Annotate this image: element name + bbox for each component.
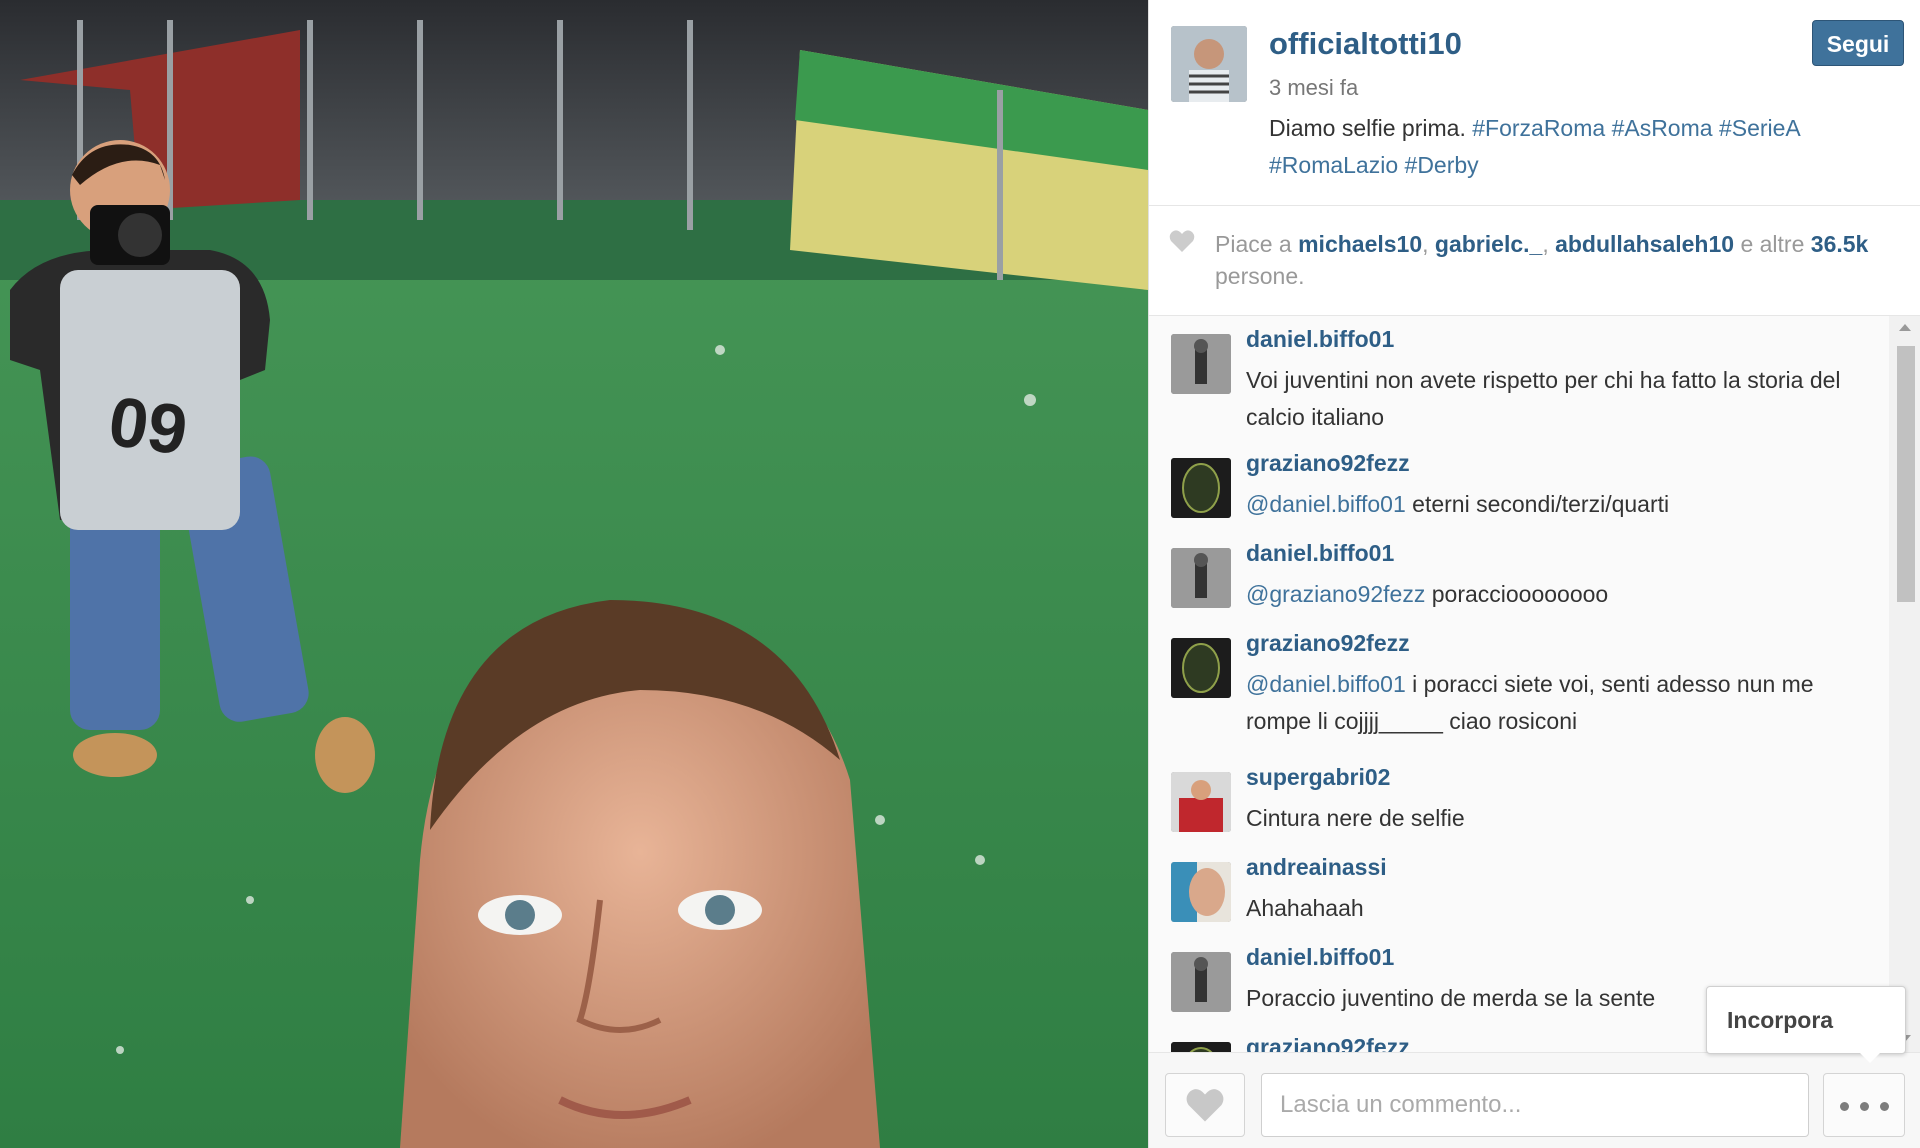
liker-username[interactable]: michaels10 bbox=[1298, 231, 1422, 257]
comments-list[interactable]: daniel.biffo01 Voi juventini non avete r… bbox=[1149, 316, 1889, 1052]
comment-text: Voi juventini non avete rispetto per chi… bbox=[1246, 362, 1866, 436]
commenter-username[interactable]: daniel.biffo01 bbox=[1246, 326, 1394, 353]
comment-input[interactable] bbox=[1261, 1073, 1809, 1137]
commenter-avatar[interactable] bbox=[1171, 772, 1231, 832]
comment-body: Cintura nere de selfie bbox=[1246, 805, 1465, 831]
heart-icon bbox=[1169, 230, 1195, 252]
hashtag[interactable]: #SerieA bbox=[1719, 115, 1800, 141]
comment-body: poraccioooooooo bbox=[1425, 581, 1609, 607]
likes-count[interactable]: 36.5k bbox=[1811, 231, 1869, 257]
commenter-username[interactable]: andreainassi bbox=[1246, 854, 1387, 881]
commenter-avatar[interactable] bbox=[1171, 458, 1231, 518]
commenter-avatar[interactable] bbox=[1171, 638, 1231, 698]
comment-mention[interactable]: @daniel.biffo01 bbox=[1246, 671, 1406, 697]
commenter-avatar[interactable] bbox=[1171, 1042, 1231, 1052]
comment-body: Poraccio juventino de merda se la sente bbox=[1246, 985, 1656, 1011]
comment-text: @daniel.biffo01 eterni secondi/terzi/qua… bbox=[1246, 486, 1866, 523]
likes-section: Piace a michaels10, gabrielc._, abdullah… bbox=[1149, 206, 1920, 316]
commenter-avatar[interactable] bbox=[1171, 334, 1231, 394]
comment-body: Ahahahaah bbox=[1246, 895, 1364, 921]
comments-scrollbar[interactable] bbox=[1889, 316, 1920, 1052]
hashtag[interactable]: #ForzaRoma bbox=[1472, 115, 1605, 141]
comment-footer bbox=[1149, 1052, 1920, 1148]
heart-icon bbox=[1186, 1089, 1224, 1122]
comment-item: graziano92fezz @daniel.biffo01 i poracci… bbox=[1149, 628, 1889, 738]
svg-text:09: 09 bbox=[104, 382, 192, 470]
embed-label: Incorpora bbox=[1727, 1007, 1834, 1033]
post-caption: Diamo selfie prima. #ForzaRoma #AsRoma #… bbox=[1269, 110, 1899, 184]
liker-username[interactable]: gabrielc._ bbox=[1435, 231, 1542, 257]
commenter-avatar[interactable] bbox=[1171, 548, 1231, 608]
commenter-avatar[interactable] bbox=[1171, 862, 1231, 922]
more-options-button[interactable] bbox=[1823, 1073, 1905, 1137]
comment-text: @daniel.biffo01 i poracci siete voi, sen… bbox=[1246, 666, 1866, 740]
comment-item: andreainassi Ahahahaah bbox=[1149, 852, 1889, 932]
like-button[interactable] bbox=[1165, 1073, 1245, 1137]
follow-button[interactable]: Segui bbox=[1812, 20, 1904, 66]
scroll-up-arrow-icon[interactable] bbox=[1899, 324, 1911, 331]
likes-summary: Piace a michaels10, gabrielc._, abdullah… bbox=[1215, 231, 1869, 289]
comment-text: Cintura nere de selfie bbox=[1246, 800, 1866, 837]
comment-item: daniel.biffo01 Voi juventini non avete r… bbox=[1149, 324, 1889, 434]
comment-text: @graziano92fezz poraccioooooooo bbox=[1246, 576, 1866, 613]
author-username[interactable]: officialtotti10 bbox=[1269, 26, 1462, 62]
author-avatar[interactable] bbox=[1171, 26, 1247, 102]
post-photo: 09 bbox=[0, 0, 1148, 1148]
commenter-avatar[interactable] bbox=[1171, 952, 1231, 1012]
likes-suffix: persone. bbox=[1215, 263, 1305, 289]
comment-body: eterni secondi/terzi/quarti bbox=[1405, 491, 1670, 517]
selfie-image: 09 bbox=[0, 0, 1148, 1148]
hashtag[interactable]: #Derby bbox=[1405, 152, 1479, 178]
likes-prefix: Piace a bbox=[1215, 231, 1292, 257]
commenter-username[interactable]: graziano92fezz bbox=[1246, 630, 1410, 657]
liker-username[interactable]: abdullahsaleh10 bbox=[1555, 231, 1734, 257]
commenter-username[interactable]: graziano92fezz bbox=[1246, 1034, 1410, 1052]
commenter-username[interactable]: daniel.biffo01 bbox=[1246, 944, 1394, 971]
comment-text: Ahahahaah bbox=[1246, 890, 1866, 927]
scroll-thumb[interactable] bbox=[1897, 346, 1915, 602]
comment-mention[interactable]: @graziano92fezz bbox=[1246, 581, 1425, 607]
tooltip-arrow bbox=[1860, 1053, 1880, 1063]
embed-tooltip[interactable]: Incorpora bbox=[1706, 986, 1906, 1063]
comment-mention[interactable]: @daniel.biffo01 bbox=[1246, 491, 1406, 517]
hashtag[interactable]: #RomaLazio bbox=[1269, 152, 1398, 178]
likes-mid: e altre bbox=[1740, 231, 1805, 257]
commenter-username[interactable]: supergabri02 bbox=[1246, 764, 1390, 791]
post-details-panel: officialtotti10 Segui 3 mesi fa Diamo se… bbox=[1148, 0, 1920, 1148]
commenter-username[interactable]: graziano92fezz bbox=[1246, 450, 1410, 477]
comment-body: Voi juventini non avete rispetto per chi… bbox=[1246, 367, 1841, 430]
comment-item: supergabri02 Cintura nere de selfie bbox=[1149, 762, 1889, 842]
hashtag[interactable]: #AsRoma bbox=[1612, 115, 1713, 141]
post-time[interactable]: 3 mesi fa bbox=[1269, 75, 1358, 101]
caption-text: Diamo selfie prima. bbox=[1269, 115, 1473, 141]
commenter-username[interactable]: daniel.biffo01 bbox=[1246, 540, 1394, 567]
comment-item: graziano92fezz @daniel.biffo01 eterni se… bbox=[1149, 448, 1889, 528]
comment-item: daniel.biffo01 @graziano92fezz poraccioo… bbox=[1149, 538, 1889, 618]
post-header: officialtotti10 Segui 3 mesi fa Diamo se… bbox=[1149, 0, 1920, 206]
